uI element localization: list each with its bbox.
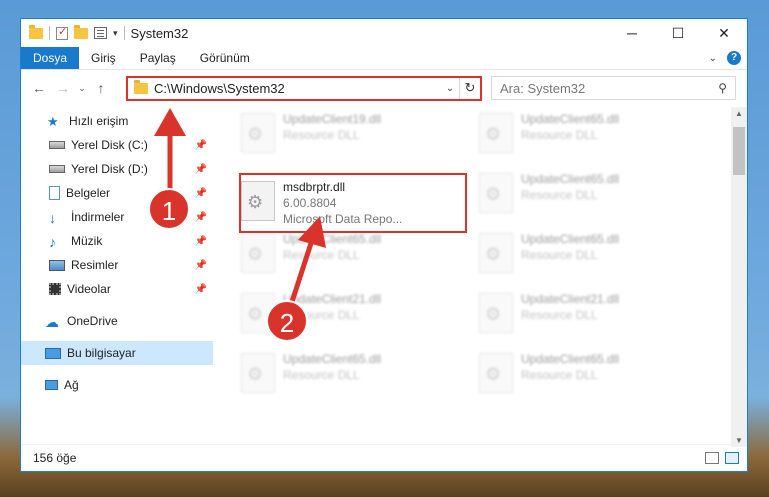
arrow-two-shaft [287,233,317,309]
step-two-badge: 2 [266,300,308,342]
step-one-badge: 1 [148,188,190,230]
arrow-one-head [154,108,186,136]
annotation-arrows [154,108,326,309]
arrow-two-head [298,216,326,248]
